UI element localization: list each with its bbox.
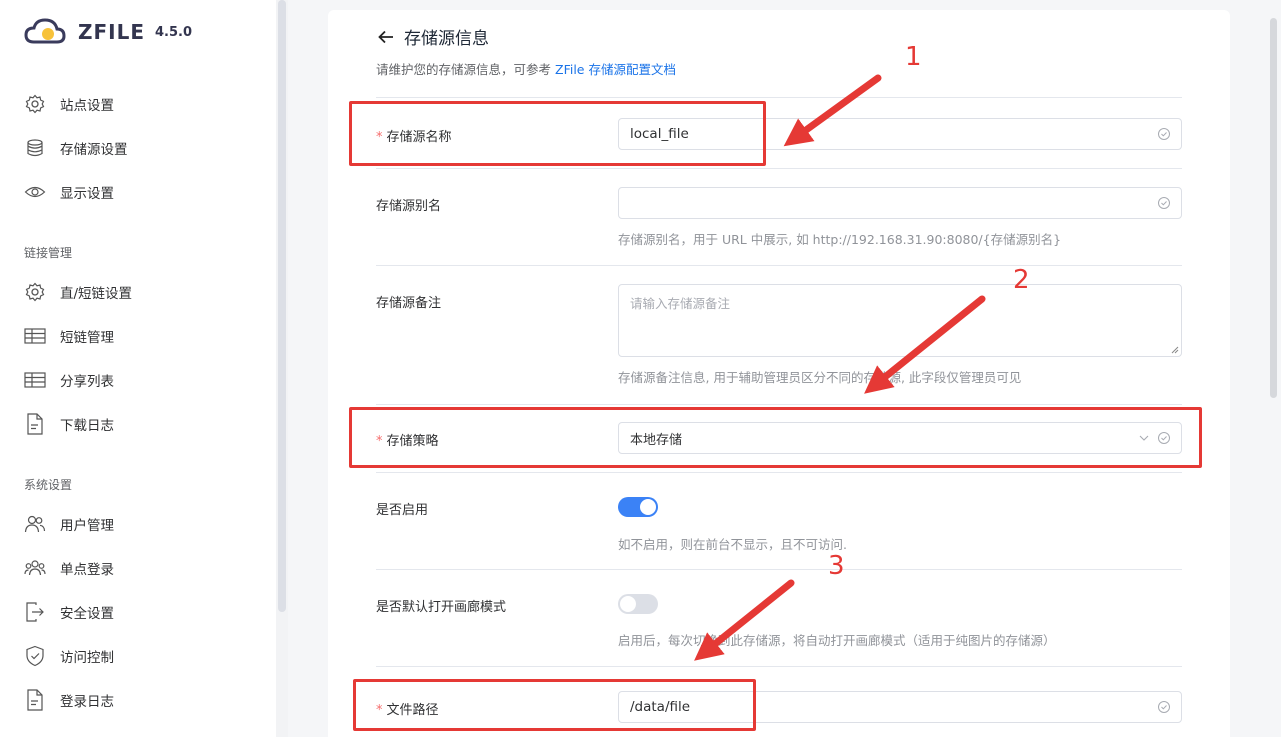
back-button[interactable]: 存储源信息 <box>376 24 489 49</box>
divider <box>376 97 1182 98</box>
storage-remark-hint: 存储源备注信息, 用于辅助管理员区分不同的存储源, 此字段仅管理员可见 <box>618 370 1022 385</box>
file-path-input[interactable]: /data/file <box>618 691 1182 723</box>
sidebar-item-site-settings[interactable]: 站点设置 <box>24 92 114 116</box>
file-path-value: /data/file <box>630 699 691 715</box>
sidebar-item-label: 用户管理 <box>60 518 114 534</box>
group-icon <box>24 557 46 579</box>
storage-name-value: local_file <box>630 126 689 142</box>
arrow-left-icon <box>378 30 393 43</box>
divider <box>376 666 1182 667</box>
sidebar-item-label: 短链管理 <box>60 330 114 346</box>
page-subtitle: 请维护您的存储源信息，可参考 ZFile 存储源配置文档 <box>376 59 676 78</box>
sidebar-item-storage-settings[interactable]: 存储源设置 <box>24 136 128 160</box>
gear-icon <box>24 93 46 115</box>
divider <box>376 265 1182 266</box>
check-circle-icon <box>1158 128 1170 140</box>
sidebar-item-download-log[interactable]: 下载日志 <box>24 412 114 436</box>
divider <box>376 404 1182 405</box>
sidebar-item-link-settings[interactable]: 直/短链设置 <box>24 280 132 304</box>
storage-strategy-select[interactable]: 本地存储 <box>618 422 1182 454</box>
shield-icon <box>24 645 46 667</box>
gallery-mode-label: 是否默认打开画廊模式 <box>376 600 507 615</box>
chevron-down-icon <box>1139 435 1149 441</box>
resize-grip-icon[interactable] <box>1171 346 1179 354</box>
sidebar-item-label: 直/短链设置 <box>60 286 133 302</box>
storage-remark-textarea[interactable]: 请输入存储源备注 <box>618 284 1182 357</box>
main-scrollbar-thumb[interactable] <box>1270 18 1277 398</box>
sidebar-item-label: 显示设置 <box>60 186 114 202</box>
sidebar-item-user-management[interactable]: 用户管理 <box>24 512 114 536</box>
gear-icon <box>24 281 46 303</box>
app-logo[interactable]: ZFILE 4.5.0 <box>24 16 192 48</box>
app-version: 4.5.0 <box>155 24 193 40</box>
storage-alias-label: 存储源别名 <box>376 199 442 214</box>
sidebar: ZFILE 4.5.0 站点设置 存储源设置 显示设置 链接管理 直/短链设置 … <box>0 0 288 737</box>
sidebar-item-sso[interactable]: 单点登录 <box>24 556 114 580</box>
sidebar-item-label: 存储源设置 <box>60 142 128 158</box>
required-mark: * <box>376 703 383 718</box>
sidebar-item-label: 安全设置 <box>60 606 114 622</box>
enabled-label: 是否启用 <box>376 503 429 518</box>
check-circle-icon <box>1158 432 1170 444</box>
config-doc-link[interactable]: ZFile 存储源配置文档 <box>555 62 676 77</box>
file-path-label: * 文件路径 <box>376 699 439 718</box>
enabled-hint: 如不启用，则在前台不显示，且不可访问. <box>618 537 847 552</box>
storage-remark-placeholder: 请输入存储源备注 <box>630 296 731 311</box>
file-path-label-text: 文件路径 <box>386 703 439 718</box>
required-mark: * <box>376 434 383 449</box>
sidebar-item-access-control[interactable]: 访问控制 <box>24 644 114 668</box>
sidebar-item-display-settings[interactable]: 显示设置 <box>24 180 114 204</box>
divider <box>376 569 1182 570</box>
document-icon <box>24 413 46 435</box>
sidebar-item-label: 站点设置 <box>60 98 114 114</box>
gallery-mode-switch[interactable] <box>618 594 658 614</box>
logout-icon <box>24 601 46 623</box>
storage-strategy-label: * 存储策略 <box>376 430 439 449</box>
storage-alias-hint: 存储源别名，用于 URL 中展示, 如 http://192.168.31.90… <box>618 232 1062 247</box>
subtitle-text: 请维护您的存储源信息，可参考 <box>376 62 552 77</box>
annotation-number-2: 2 <box>1013 265 1030 295</box>
storage-alias-input[interactable] <box>618 187 1182 219</box>
sidebar-item-security-settings[interactable]: 安全设置 <box>24 600 114 624</box>
sidebar-item-label: 下载日志 <box>60 418 114 434</box>
required-mark: * <box>376 130 383 145</box>
annotation-number-3: 3 <box>828 551 845 581</box>
check-circle-icon <box>1158 701 1170 713</box>
divider <box>376 168 1182 169</box>
gallery-mode-hint: 启用后，每次切换到此存储源，将自动打开画廊模式（适用于纯图片的存储源） <box>618 633 1056 648</box>
switch-knob <box>640 499 656 515</box>
storage-name-label: * 存储源名称 <box>376 126 452 145</box>
divider <box>376 472 1182 473</box>
nav-group-links: 链接管理 <box>24 246 73 260</box>
table-icon <box>24 325 46 347</box>
table-icon <box>24 369 46 391</box>
switch-knob <box>620 596 636 612</box>
sidebar-item-label: 访问控制 <box>60 650 114 666</box>
annotation-number-1: 1 <box>905 42 922 72</box>
storage-name-input[interactable]: local_file <box>618 118 1182 150</box>
sidebar-item-label: 分享列表 <box>60 374 114 390</box>
eye-icon <box>24 181 46 203</box>
document-icon <box>24 689 46 711</box>
nav-group-system: 系统设置 <box>24 478 73 492</box>
storage-remark-label: 存储源备注 <box>376 296 442 311</box>
storage-strategy-label-text: 存储策略 <box>386 434 439 449</box>
sidebar-item-label: 单点登录 <box>60 562 114 578</box>
sidebar-item-login-log[interactable]: 登录日志 <box>24 688 114 712</box>
sidebar-item-short-links[interactable]: 短链管理 <box>24 324 114 348</box>
users-icon <box>24 513 46 535</box>
sidebar-item-share-list[interactable]: 分享列表 <box>24 368 114 392</box>
page-title: 存储源信息 <box>404 29 489 49</box>
database-icon <box>24 137 46 159</box>
sidebar-scrollbar-thumb[interactable] <box>278 0 286 612</box>
cloud-logo-icon <box>24 18 66 44</box>
app-name: ZFILE <box>78 20 146 44</box>
sidebar-item-label: 登录日志 <box>60 694 114 710</box>
check-circle-icon <box>1158 197 1170 209</box>
storage-strategy-value: 本地存储 <box>630 432 683 448</box>
storage-name-label-text: 存储源名称 <box>386 130 452 145</box>
enabled-switch[interactable] <box>618 497 658 517</box>
